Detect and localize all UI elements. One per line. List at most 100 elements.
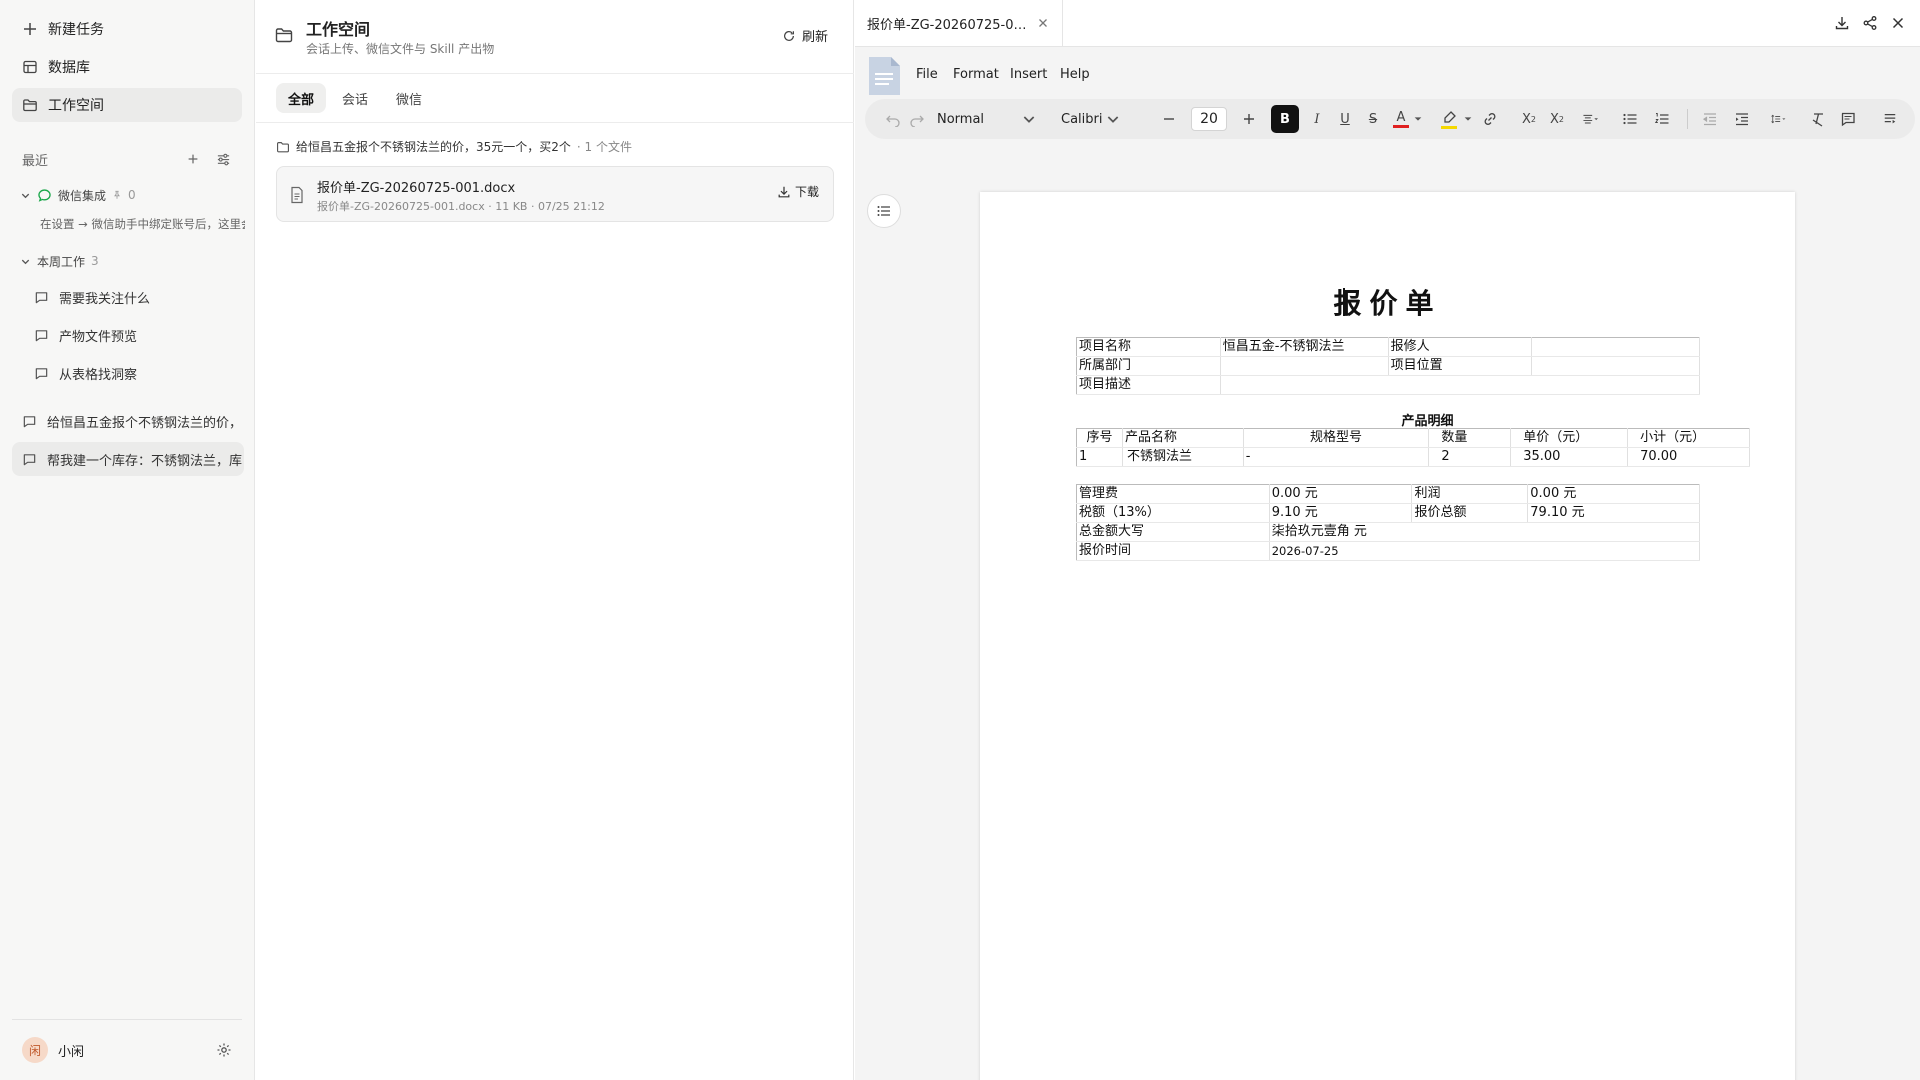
document-page[interactable]: 报价单 项目名称 恒昌五金-不锈钢法兰 报修人 所属部门 项目位置 项目描述 产… [980,192,1795,1080]
new-task-label: 新建任务 [48,22,104,38]
numbered-list-icon[interactable] [1653,109,1671,129]
week-group-count: 3 [91,254,99,268]
summary-table: 管理费 0.00 元 利润 0.00 元 税额（13%） 9.10 元 报价总额… [1076,484,1701,561]
conversation-item[interactable]: 从表格找洞察 [12,356,244,390]
workspace-header: 工作空间 会话上传、微信文件与 Skill 产出物 刷新 [256,0,854,74]
chat-icon [22,452,37,467]
download-button[interactable]: 下载 [777,183,819,200]
conversation-item[interactable]: 产物文件预览 [12,318,244,352]
pin-icon [112,190,122,200]
highlighter-icon [1444,110,1456,123]
strikethrough-button[interactable]: S [1365,109,1381,129]
document-tab-label: 报价单-ZG-20260725-001.docx [867,18,1027,33]
tab-wechat[interactable]: 微信 [384,83,434,113]
nav-database[interactable]: 数据库 [12,50,242,84]
tab-sessions[interactable]: 会话 [330,83,380,113]
nav-workspace-label: 工作空间 [48,98,104,114]
recent-header: 最近 [22,149,232,169]
font-family-select[interactable]: Calibri [1061,109,1121,129]
share-icon[interactable] [1862,15,1878,31]
menu-help[interactable]: Help [1060,67,1090,82]
conversation-item-active[interactable]: 帮我建一个库存：不锈钢法兰，库 [12,442,244,476]
recent-label: 最近 [22,153,49,169]
align-icon[interactable] [1577,109,1603,129]
editor-tabbar: 报价单-ZG-20260725-001.docx [855,0,1920,47]
col-header: 规格型号 [1243,428,1430,448]
underline-button[interactable]: U [1337,109,1353,129]
conversation-item[interactable]: 给恒昌五金报个不锈钢法兰的价， [12,404,244,438]
quote-time-label: 报价时间 [1076,541,1270,561]
table-cell: 1 [1076,447,1123,467]
document-icon [289,186,305,204]
document-title: 报价单 [1333,287,1442,320]
outdent-icon[interactable] [1701,109,1719,129]
bold-button[interactable]: B [1271,105,1299,133]
table-cell: 不锈钢法兰 [1122,447,1244,467]
bullet-list-icon[interactable] [1621,109,1639,129]
menu-file[interactable]: File [916,67,938,82]
refresh-button[interactable]: 刷新 [782,26,828,45]
text-direction-icon[interactable] [1883,109,1897,129]
chevron-down-icon[interactable] [1463,109,1473,129]
table-icon [22,59,38,75]
conversation-title: 产物文件预览 [59,329,138,345]
clear-formatting-icon[interactable] [1809,109,1827,129]
line-spacing-icon[interactable] [1763,109,1793,129]
col-header: 产品名称 [1122,428,1244,448]
chevron-down-icon [1105,111,1121,127]
chevron-down-icon [20,256,31,267]
description-value [1220,375,1701,395]
menu-insert[interactable]: Insert [1010,67,1047,82]
highlight-button[interactable] [1439,109,1459,129]
chat-icon [34,328,49,343]
folder-icon [274,25,294,45]
avatar[interactable]: 闲 [22,1037,48,1063]
superscript-icon[interactable]: X2 [1521,109,1537,129]
comment-icon[interactable] [1839,109,1857,129]
paragraph-style-select[interactable]: Normal [937,109,1037,129]
close-tab-icon[interactable] [1036,16,1050,30]
chevron-down-icon[interactable] [1413,109,1423,129]
subscript-icon[interactable]: X2 [1549,109,1565,129]
conversation-title: 需要我关注什么 [59,291,151,307]
tab-all[interactable]: 全部 [276,83,327,113]
indent-icon[interactable] [1733,109,1751,129]
week-group-label: 本周工作 [37,254,86,269]
conversation-title: 帮我建一个库存：不锈钢法兰，库 [47,453,243,469]
outline-toggle-icon[interactable] [867,194,901,228]
menu-format[interactable]: Format [953,67,999,82]
decrease-size-icon[interactable] [1161,109,1177,129]
download-icon [777,185,791,199]
wechat-group-label: 微信集成 [58,188,107,203]
location-label: 项目位置 [1388,356,1533,376]
undo-icon[interactable] [885,109,901,129]
new-task-button[interactable]: 新建任务 [12,12,242,46]
increase-size-icon[interactable] [1241,109,1257,129]
plus-icon [22,21,38,37]
wechat-group-note: 在设置 → 微信助手中绑定账号后，这里会 [40,217,245,231]
font-color-swatch [1393,124,1409,128]
profit-value: 0.00 元 [1527,484,1700,504]
font-color-button[interactable]: A [1393,109,1409,129]
add-conversation-icon[interactable] [184,150,202,168]
font-size-input[interactable]: 20 [1191,107,1227,131]
conversation-item[interactable]: 需要我关注什么 [12,280,244,314]
download-icon[interactable] [1834,15,1850,31]
refresh-label: 刷新 [801,30,828,45]
italic-button[interactable]: I [1309,109,1325,129]
close-icon[interactable] [1890,15,1906,31]
link-icon[interactable] [1481,109,1499,129]
col-header: 数量 [1428,428,1512,448]
filter-icon[interactable] [214,150,232,168]
gear-icon[interactable] [216,1042,232,1058]
reporter-value [1531,337,1700,357]
week-group-header[interactable]: 本周工作 3 [20,251,99,271]
text-cursor [1343,288,1345,316]
folder-icon [276,140,290,154]
wechat-group-header[interactable]: 微信集成 0 [20,185,136,205]
file-card[interactable]: 报价单-ZG-20260725-001.docx 报价单-ZG-20260725… [276,166,834,222]
nav-workspace[interactable]: 工作空间 [12,88,242,122]
redo-icon[interactable] [909,109,925,129]
table-cell: 2 [1428,447,1512,467]
document-tab[interactable]: 报价单-ZG-20260725-001.docx [855,0,1063,47]
